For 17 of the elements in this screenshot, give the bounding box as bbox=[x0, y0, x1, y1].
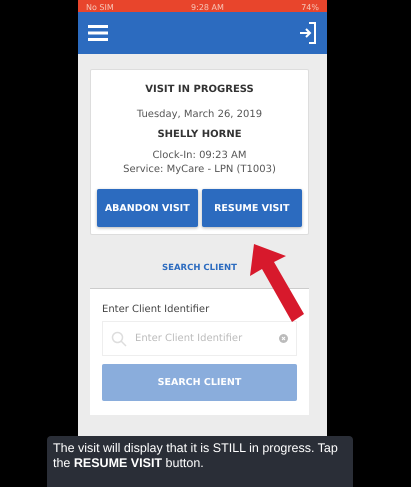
abandon-visit-button[interactable]: ABANDON VISIT bbox=[97, 189, 198, 227]
battery-text: 74% bbox=[301, 4, 319, 12]
logout-icon[interactable] bbox=[299, 22, 317, 44]
field-label: Enter Client Identifier bbox=[102, 304, 210, 315]
service-text: Service: MyCare - LPN (T1003) bbox=[123, 164, 276, 175]
client-identifier-field[interactable]: Enter Client Identifier bbox=[102, 321, 297, 356]
status-time: 9:28 AM bbox=[191, 4, 224, 12]
client-name: SHELLY HORNE bbox=[157, 129, 242, 140]
clock-in-time: Clock-In: 09:23 AM bbox=[152, 150, 247, 161]
visit-date: Tuesday, March 26, 2019 bbox=[136, 109, 262, 120]
resume-visit-button[interactable]: RESUME VISIT bbox=[202, 189, 302, 227]
search-icon bbox=[111, 331, 127, 347]
search-client-tab[interactable]: SEARCH CLIENT bbox=[156, 262, 243, 274]
card-title: VISIT IN PROGRESS bbox=[145, 84, 254, 95]
menu-icon[interactable] bbox=[88, 25, 108, 41]
carrier-text: No SIM bbox=[86, 4, 114, 12]
caption-text: The visit will display that it is STILL in progress. Tap the RESUME VISIT button. bbox=[47, 436, 353, 487]
